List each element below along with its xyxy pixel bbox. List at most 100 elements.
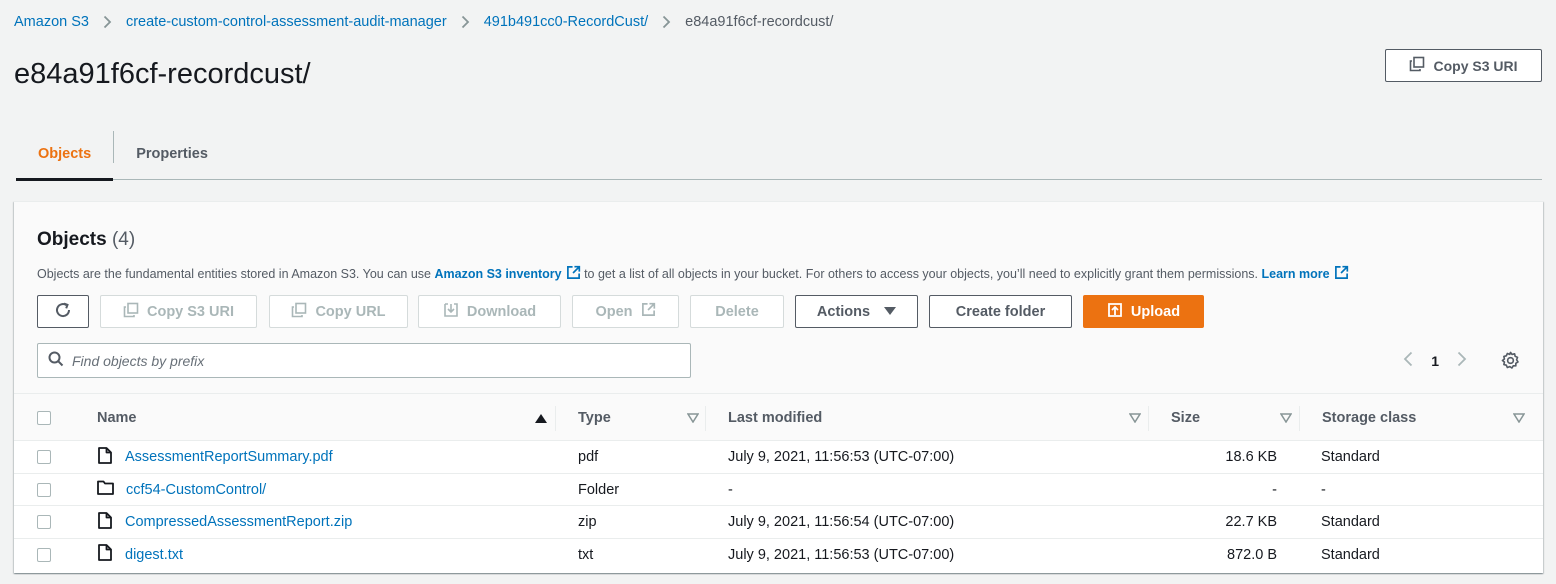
download-label: Download <box>466 303 537 320</box>
upload-label: Upload <box>1130 303 1181 320</box>
breadcrumb-item-bucket[interactable]: create-custom-control-assessment-audit-m… <box>126 14 447 30</box>
column-header-size[interactable]: Size <box>1171 394 1299 441</box>
actions-label: Actions <box>816 303 871 320</box>
copy-s3-uri-toolbar-button[interactable]: Copy S3 URI <box>100 295 257 328</box>
download-icon <box>443 302 459 322</box>
description-text-2: to get a list of all objects in your buc… <box>580 267 1262 281</box>
object-name-link[interactable]: CompressedAssessmentReport.zip <box>125 514 352 530</box>
type-cell: pdf <box>578 449 599 465</box>
table-row[interactable]: AssessmentReportSummary.pdf pdf July 9, … <box>14 441 1543 474</box>
folder-icon <box>97 480 114 499</box>
download-button[interactable]: Download <box>418 295 561 328</box>
object-name-link[interactable]: digest.txt <box>125 547 183 563</box>
refresh-button[interactable] <box>37 295 89 328</box>
sort-ascending-icon[interactable] <box>535 412 547 428</box>
row-checkbox[interactable] <box>37 482 51 497</box>
column-type-label: Type <box>578 409 611 426</box>
column-header-name[interactable]: Name <box>97 394 555 441</box>
row-select-cell <box>37 539 51 571</box>
previous-page-icon[interactable] <box>1403 351 1413 370</box>
object-name-link[interactable]: AssessmentReportSummary.pdf <box>125 449 333 465</box>
inventory-link[interactable]: Amazon S3 inventory <box>434 265 580 283</box>
sort-icon[interactable] <box>1512 411 1526 427</box>
copy-icon <box>123 302 139 322</box>
copy-s3-uri-label: Copy S3 URI <box>1433 57 1518 74</box>
type-cell: Folder <box>578 481 620 498</box>
breadcrumb: Amazon S3 create-custom-control-assessme… <box>14 12 833 32</box>
actions-dropdown[interactable]: Actions <box>795 295 918 328</box>
type-cell: zip <box>578 514 597 530</box>
row-select-cell <box>37 474 51 506</box>
column-separator <box>705 406 706 431</box>
column-header-storage-class[interactable]: Storage class <box>1322 394 1526 441</box>
table-row[interactable]: CompressedAssessmentReport.zip zip July … <box>14 506 1543 539</box>
select-all-checkbox[interactable] <box>37 410 51 425</box>
open-label: Open <box>595 303 633 320</box>
upload-button[interactable]: Upload <box>1083 295 1204 328</box>
column-separator <box>1148 406 1149 431</box>
copy-icon <box>291 302 307 322</box>
tab-objects[interactable]: Objects <box>16 128 114 181</box>
breadcrumb-item-amazon-s3[interactable]: Amazon S3 <box>14 14 89 30</box>
delete-button[interactable]: Delete <box>690 295 784 328</box>
breadcrumb-item-folder[interactable]: 491b491cc0-RecordCust/ <box>484 14 648 30</box>
file-icon <box>97 446 113 468</box>
breadcrumb-item-current: e84a91f6cf-recordcust/ <box>685 14 834 30</box>
row-checkbox[interactable] <box>37 515 51 529</box>
external-link-icon <box>566 265 581 283</box>
copy-s3-uri-toolbar-label: Copy S3 URI <box>146 303 234 320</box>
description-text-1: Objects are the fundamental entities sto… <box>37 267 435 281</box>
tab-bar: Objects Properties <box>16 128 1542 181</box>
table-body: AssessmentReportSummary.pdf pdf July 9, … <box>14 441 1543 571</box>
delete-label: Delete <box>715 303 759 320</box>
chevron-right-icon <box>103 15 112 29</box>
copy-icon <box>1409 56 1425 75</box>
sort-icon[interactable] <box>686 411 700 427</box>
pagination: 1 <box>1403 343 1467 378</box>
tab-properties[interactable]: Properties <box>114 128 230 179</box>
row-checkbox[interactable] <box>37 450 51 464</box>
row-select-cell <box>37 506 51 538</box>
open-button[interactable]: Open <box>572 295 679 328</box>
storage-class-cell: Standard <box>1321 449 1380 465</box>
gear-icon[interactable] <box>1499 345 1521 375</box>
column-name-label: Name <box>97 409 137 426</box>
objects-table: Name Type Last modified Size Storage cla… <box>14 394 1543 571</box>
search-input[interactable] <box>72 352 672 369</box>
objects-description: Objects are the fundamental entities sto… <box>37 265 1349 283</box>
last-modified-cell: - <box>728 481 733 498</box>
name-cell: ccf54-CustomControl/ <box>97 474 266 506</box>
row-checkbox[interactable] <box>37 547 51 562</box>
chevron-right-icon <box>662 15 671 29</box>
learn-more-link[interactable]: Learn more <box>1261 265 1348 283</box>
file-icon <box>97 544 113 565</box>
create-folder-label: Create folder <box>955 303 1046 320</box>
column-storage-class-label: Storage class <box>1322 409 1417 426</box>
column-header-type[interactable]: Type <box>578 394 705 441</box>
sort-icon[interactable] <box>1128 411 1142 427</box>
table-row[interactable]: ccf54-CustomControl/ Folder - - - <box>14 474 1543 506</box>
table-row[interactable]: digest.txt txt July 9, 2021, 11:56:53 (U… <box>14 539 1543 572</box>
name-cell: digest.txt <box>97 539 183 571</box>
column-size-label: Size <box>1171 409 1201 426</box>
chevron-right-icon <box>461 15 470 29</box>
sort-icon[interactable] <box>1279 411 1293 427</box>
storage-class-cell: - <box>1321 481 1326 498</box>
object-name-link[interactable]: ccf54-CustomControl/ <box>126 482 266 498</box>
copy-url-button[interactable]: Copy URL <box>269 295 408 328</box>
objects-title-text: Objects <box>37 229 107 250</box>
search-box <box>37 343 691 378</box>
refresh-icon <box>54 301 72 323</box>
objects-panel: Objects (4) Objects are the fundamental … <box>14 201 1543 573</box>
objects-panel-header: Objects (4) Objects are the fundamental … <box>14 202 1543 394</box>
size-cell: 872.0 B <box>1227 546 1277 563</box>
external-link-icon <box>641 302 656 321</box>
inventory-link-label: Amazon S3 inventory <box>434 267 562 281</box>
copy-s3-uri-button[interactable]: Copy S3 URI <box>1385 49 1542 82</box>
size-cell: - <box>1272 481 1277 498</box>
next-page-icon[interactable] <box>1457 351 1467 370</box>
create-folder-button[interactable]: Create folder <box>929 295 1072 328</box>
objects-count: (4) <box>111 229 136 250</box>
column-header-last-modified[interactable]: Last modified <box>728 394 1148 441</box>
current-page-number[interactable]: 1 <box>1431 353 1439 369</box>
